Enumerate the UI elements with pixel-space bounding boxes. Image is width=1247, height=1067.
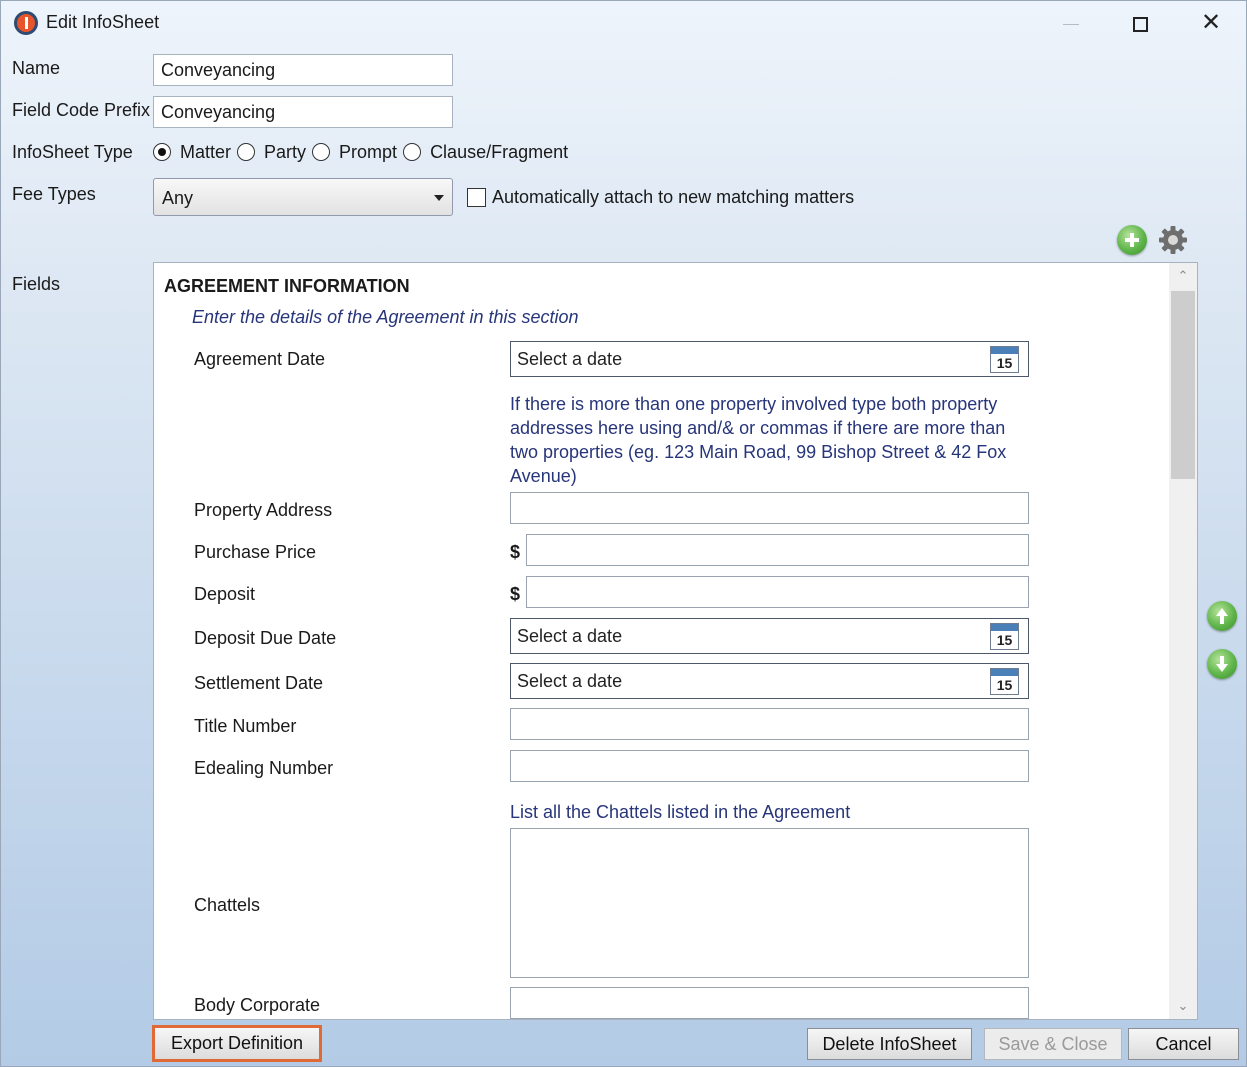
- chevron-down-icon: [434, 195, 444, 201]
- fee-types-value: Any: [162, 188, 194, 208]
- infosheet-type-label: InfoSheet Type: [12, 142, 133, 162]
- close-icon[interactable]: ✕: [1191, 7, 1231, 39]
- help-line: addresses here using and/& or commas if …: [510, 418, 1006, 438]
- radio-label: Clause/Fragment: [430, 141, 569, 162]
- auto-attach-label: Automatically attach to new matching mat…: [492, 187, 855, 207]
- deposit-due-date-picker[interactable]: Select a date 15: [510, 618, 1029, 654]
- section-description: Enter the details of the Agreement in th…: [192, 307, 579, 327]
- property-address-label: Property Address: [194, 500, 333, 520]
- calendar-icon[interactable]: 15: [990, 623, 1019, 650]
- date-placeholder: Select a date: [517, 671, 623, 691]
- purchase-price-label: Purchase Price: [194, 542, 317, 562]
- edealing-number-label: Edealing Number: [194, 758, 334, 778]
- minimize-icon[interactable]: [1051, 7, 1091, 39]
- date-placeholder: Select a date: [517, 626, 623, 646]
- edealing-number-input[interactable]: [510, 750, 1029, 782]
- export-definition-button[interactable]: Export Definition: [152, 1025, 322, 1062]
- save-close-button[interactable]: Save & Close: [984, 1028, 1122, 1060]
- scroll-down-icon[interactable]: ⌄: [1169, 993, 1197, 1019]
- name-label: Name: [12, 58, 61, 78]
- infosheet-type-radio-group: Matter Party Prompt Clause/Fragment: [153, 140, 574, 164]
- radio-button[interactable]: [403, 143, 422, 161]
- property-address-help: If there is more than one property invol…: [510, 392, 1020, 488]
- chattels-textarea[interactable]: [510, 828, 1029, 978]
- calendar-icon[interactable]: 15: [990, 668, 1019, 695]
- property-address-input[interactable]: [510, 492, 1029, 524]
- move-up-icon[interactable]: [1207, 601, 1237, 631]
- scrollbar-thumb[interactable]: [1171, 291, 1195, 479]
- auto-attach-checkbox[interactable]: [467, 188, 486, 207]
- fields-panel: AGREEMENT INFORMATION Enter the details …: [153, 262, 1198, 1020]
- title-number-input[interactable]: [510, 708, 1029, 740]
- help-line: two properties (eg. 123 Main Road, 99 Bi…: [510, 442, 1007, 462]
- agreement-date-picker[interactable]: Select a date 15: [510, 341, 1029, 377]
- deposit-due-date-label: Deposit Due Date: [194, 628, 337, 648]
- field-code-prefix-input[interactable]: Conveyancing: [153, 96, 453, 128]
- date-placeholder: Select a date: [517, 349, 623, 369]
- section-title: AGREEMENT INFORMATION: [164, 276, 410, 296]
- scroll-up-icon[interactable]: ⌃: [1169, 263, 1197, 289]
- radio-label: Party: [264, 141, 307, 162]
- radio-button[interactable]: [237, 143, 256, 161]
- purchase-price-input[interactable]: [526, 534, 1029, 566]
- radio-matter[interactable]: Matter: [153, 142, 231, 163]
- body-corporate-label: Body Corporate: [194, 995, 321, 1015]
- radio-button[interactable]: [312, 143, 331, 161]
- title-bar: Edit InfoSheet ✕: [1, 1, 1246, 45]
- fee-types-dropdown[interactable]: Any: [153, 178, 453, 216]
- help-line: If there is more than one property invol…: [510, 394, 998, 414]
- currency-symbol: $: [510, 584, 521, 604]
- radio-button[interactable]: [153, 143, 171, 161]
- auto-attach-option[interactable]: Automatically attach to new matching mat…: [467, 187, 854, 208]
- deposit-input[interactable]: [526, 576, 1029, 608]
- help-line: Avenue): [510, 466, 577, 486]
- deposit-label: Deposit: [194, 584, 256, 604]
- add-field-icon[interactable]: [1117, 225, 1147, 255]
- move-down-icon[interactable]: [1207, 649, 1237, 679]
- name-input[interactable]: Conveyancing: [153, 54, 453, 86]
- body-corporate-input[interactable]: [510, 987, 1029, 1019]
- gear-icon[interactable]: [1158, 225, 1188, 255]
- agreement-date-label: Agreement Date: [194, 349, 326, 369]
- delete-infosheet-button[interactable]: Delete InfoSheet: [807, 1028, 972, 1060]
- radio-clause-fragment[interactable]: Clause/Fragment: [403, 142, 568, 163]
- radio-party[interactable]: Party: [237, 142, 306, 163]
- window-title: Edit InfoSheet: [46, 12, 160, 32]
- fields-label: Fields: [12, 274, 61, 294]
- radio-label: Prompt: [339, 141, 398, 162]
- field-code-prefix-label: Field Code Prefix: [12, 100, 151, 120]
- cancel-button[interactable]: Cancel: [1128, 1028, 1239, 1060]
- radio-prompt[interactable]: Prompt: [312, 142, 397, 163]
- currency-symbol: $: [510, 542, 521, 562]
- calendar-icon[interactable]: 15: [990, 346, 1019, 373]
- settlement-date-picker[interactable]: Select a date 15: [510, 663, 1029, 699]
- radio-label: Matter: [180, 141, 232, 162]
- settlement-date-label: Settlement Date: [194, 673, 324, 693]
- chattels-label: Chattels: [194, 895, 261, 915]
- vertical-scrollbar[interactable]: ⌃ ⌄: [1169, 263, 1197, 1019]
- fee-types-label: Fee Types: [12, 184, 96, 204]
- chattels-help: List all the Chattels listed in the Agre…: [510, 802, 851, 822]
- edit-infosheet-window: Edit InfoSheet ✕ Name Conveyancing Field…: [0, 0, 1247, 1067]
- title-number-label: Title Number: [194, 716, 297, 736]
- app-logo-icon: [14, 11, 38, 35]
- maximize-icon[interactable]: [1120, 7, 1160, 39]
